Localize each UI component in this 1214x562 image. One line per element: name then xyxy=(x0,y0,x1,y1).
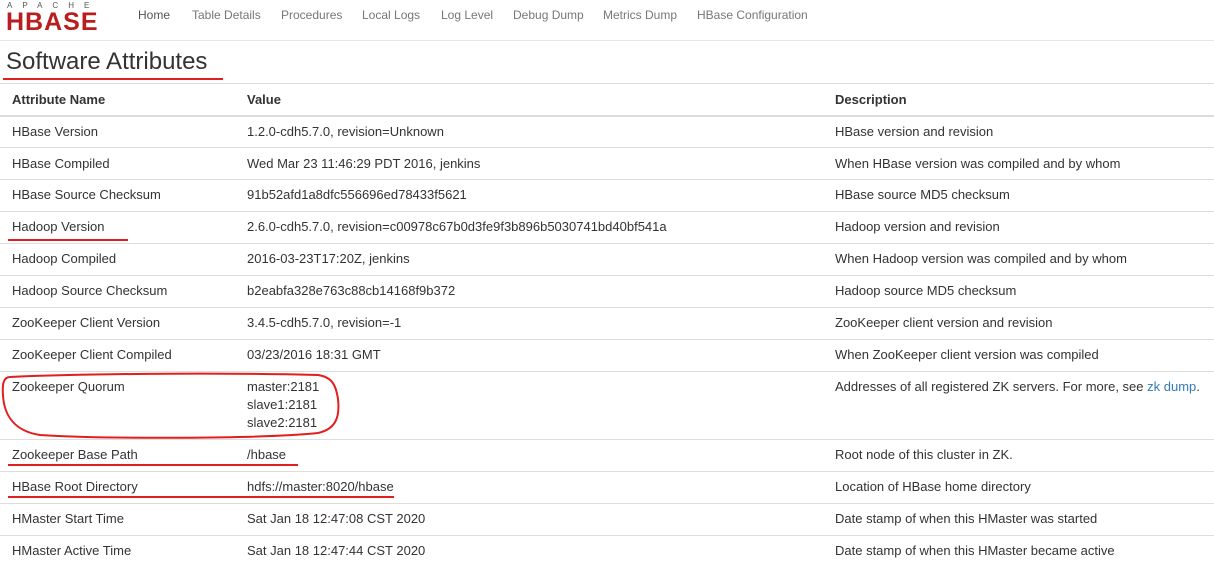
column-header-value: Value xyxy=(247,92,281,107)
hadoop-version-red-underline xyxy=(8,239,128,241)
row-divider xyxy=(0,535,1214,536)
attribute-description: When Hadoop version was compiled and by … xyxy=(835,251,1127,266)
row-divider xyxy=(0,471,1214,472)
attribute-name: HMaster Active Time xyxy=(12,543,132,558)
attribute-name: ZooKeeper Client Version xyxy=(12,315,161,330)
attribute-name: Hadoop Version xyxy=(12,219,105,234)
attribute-value: 2.6.0-cdh5.7.0, revision=c00978c67b0d3fe… xyxy=(247,219,667,234)
title-red-underline xyxy=(3,78,223,80)
row-divider xyxy=(0,211,1214,212)
nav-debug-dump[interactable]: Debug Dump xyxy=(513,8,584,23)
attribute-name: HBase Version xyxy=(12,124,98,139)
attribute-description: When HBase version was compiled and by w… xyxy=(835,156,1121,171)
attribute-description: Date stamp of when this HMaster was star… xyxy=(835,511,1098,526)
attribute-value: 03/23/2016 18:31 GMT xyxy=(247,347,381,362)
nav-metrics-dump[interactable]: Metrics Dump xyxy=(603,8,677,23)
attribute-description: ZooKeeper client version and revision xyxy=(835,315,1053,330)
attribute-value: 1.2.0-cdh5.7.0, revision=Unknown xyxy=(247,124,444,139)
attribute-name: HBase Source Checksum xyxy=(12,187,161,202)
attribute-description: HBase source MD5 checksum xyxy=(835,187,1010,202)
row-divider xyxy=(0,339,1214,340)
nav-log-level[interactable]: Log Level xyxy=(441,8,493,23)
nav-local-logs[interactable]: Local Logs xyxy=(362,8,420,23)
attribute-description: Location of HBase home directory xyxy=(835,479,1031,494)
attribute-value: 91b52afd1a8dfc556696ed78433f5621 xyxy=(247,187,467,202)
attribute-value: 3.4.5-cdh5.7.0, revision=-1 xyxy=(247,315,402,330)
attribute-name: HMaster Start Time xyxy=(12,511,124,526)
row-divider xyxy=(0,179,1214,180)
attribute-value: Sat Jan 18 12:47:44 CST 2020 xyxy=(247,543,426,558)
attribute-description: Addresses of all registered ZK servers. … xyxy=(835,378,1200,396)
attribute-value: Wed Mar 23 11:46:29 PDT 2016, jenkins xyxy=(247,156,481,171)
attribute-description: When ZooKeeper client version was compil… xyxy=(835,347,1099,362)
row-divider xyxy=(0,243,1214,244)
row-divider xyxy=(0,275,1214,276)
row-divider xyxy=(0,147,1214,148)
attribute-value: Sat Jan 18 12:47:08 CST 2020 xyxy=(247,511,426,526)
attribute-name: HBase Compiled xyxy=(12,156,110,171)
attribute-value: 2016-03-23T17:20Z, jenkins xyxy=(247,251,410,266)
attribute-value: /hbase xyxy=(247,447,287,462)
attribute-description: Hadoop version and revision xyxy=(835,219,1000,234)
row-divider xyxy=(0,307,1214,308)
attribute-name: Zookeeper Base Path xyxy=(12,447,138,462)
root-directory-red-underline xyxy=(8,496,394,498)
top-navbar: APACHE HBASE Home Table Details Procedur… xyxy=(0,0,1214,41)
attribute-name: Hadoop Source Checksum xyxy=(12,283,168,298)
page-title: Software Attributes xyxy=(6,48,208,75)
table-header-border xyxy=(0,115,1214,117)
attribute-description: HBase version and revision xyxy=(835,124,994,139)
attribute-name: Hadoop Compiled xyxy=(12,251,117,266)
zk-dump-link[interactable]: zk dump xyxy=(1147,379,1196,394)
nav-hbase-configuration[interactable]: HBase Configuration xyxy=(697,8,808,23)
nav-home[interactable]: Home xyxy=(138,8,170,23)
description-text: Addresses of all registered ZK servers. … xyxy=(835,379,1148,394)
description-suffix: . xyxy=(1196,379,1200,394)
base-path-red-underline xyxy=(8,464,298,466)
logo-hbase-text: HBASE xyxy=(6,8,99,36)
attribute-description: Root node of this cluster in ZK. xyxy=(835,447,1013,462)
nav-procedures[interactable]: Procedures xyxy=(281,8,342,23)
attribute-description: Date stamp of when this HMaster became a… xyxy=(835,543,1115,558)
attribute-name: ZooKeeper Client Compiled xyxy=(12,347,172,362)
attribute-name: HBase Root Directory xyxy=(12,479,138,494)
hbase-logo[interactable]: APACHE HBASE xyxy=(6,1,118,35)
attribute-value: hdfs://master:8020/hbase xyxy=(247,479,394,494)
row-divider xyxy=(0,503,1214,504)
column-header-attribute-name: Attribute Name xyxy=(12,92,106,107)
nav-table-details[interactable]: Table Details xyxy=(192,8,261,23)
attribute-value: b2eabfa328e763c88cb14168f9b372 xyxy=(247,283,456,298)
attribute-description: Hadoop source MD5 checksum xyxy=(835,283,1017,298)
column-header-description: Description xyxy=(835,92,907,107)
table-top-border xyxy=(0,83,1214,84)
quorum-red-ellipse xyxy=(1,372,340,439)
